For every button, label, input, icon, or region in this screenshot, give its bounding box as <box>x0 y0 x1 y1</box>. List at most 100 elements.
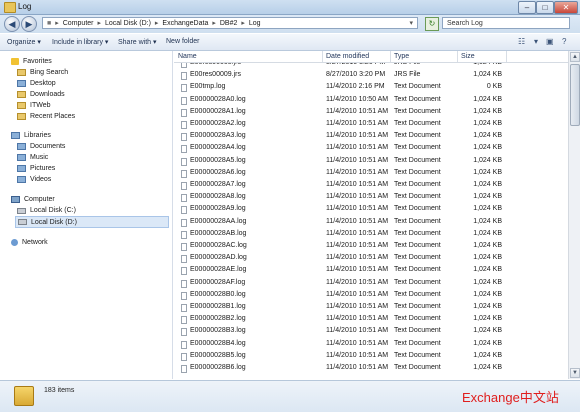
share-with-button[interactable]: Share with ▾ <box>118 38 157 46</box>
file-row[interactable]: E00000028A4.log 11/4/2010 10:51 AM Text Do… <box>174 143 568 155</box>
file-row[interactable]: E00000028A5.log 11/4/2010 10:51 AM Text Do… <box>174 156 568 168</box>
nav-label: Pictures <box>30 165 56 172</box>
nav-item-videos[interactable]: Videos <box>17 176 51 183</box>
refresh-button[interactable]: ↻ <box>425 17 439 31</box>
text-file-icon <box>181 328 187 337</box>
column-header-date[interactable]: Date modified <box>326 53 369 60</box>
maximize-button[interactable]: □ <box>536 1 554 14</box>
chevron-down-icon[interactable]: ▾ <box>534 37 538 46</box>
nav-item-bing-search[interactable]: Bing Search <box>17 69 68 76</box>
file-type: Text Document <box>394 339 441 347</box>
organize-button[interactable]: Organize ▾ <box>7 38 41 46</box>
file-row[interactable]: E00000028B1.log 11/4/2010 10:51 AM Text Do… <box>174 302 568 314</box>
file-row[interactable]: E00000028A7.log 11/4/2010 10:51 AM Text Do… <box>174 180 568 192</box>
views-icon[interactable]: ☷ <box>518 37 525 46</box>
file-size: 1,024 KB <box>473 278 502 286</box>
file-size: 1,024 KB <box>473 107 502 115</box>
nav-item-local-disk-d[interactable]: Local Disk (D:) <box>15 216 169 228</box>
nav-favorites[interactable]: Favorites <box>11 58 52 65</box>
file-row[interactable]: E00000028A2.log 11/4/2010 10:51 AM Text Do… <box>174 119 568 131</box>
title-bar: Log – □ ✕ <box>0 0 580 15</box>
file-row[interactable]: E00000028B3.log 11/4/2010 10:51 AM Text Do… <box>174 326 568 338</box>
column-header-name[interactable]: Name <box>178 53 197 60</box>
file-size: 1,024 KB <box>473 351 502 359</box>
chevron-down-icon[interactable]: ▾ <box>409 19 413 27</box>
file-type: Text Document <box>394 364 441 371</box>
file-type: Text Document <box>394 229 441 237</box>
file-row[interactable]: E00000028AC.log 11/4/2010 10:51 AM Text Do… <box>174 241 568 253</box>
file-name: E00000028B1.log <box>190 303 246 310</box>
forward-button[interactable]: ▶ <box>21 16 37 32</box>
file-row[interactable]: E00res00009.jrs 8/27/2010 3:20 PM JRS File… <box>174 70 568 82</box>
file-row[interactable]: E00000028A6.log 11/4/2010 10:51 AM Text Do… <box>174 168 568 180</box>
include-in-library-button[interactable]: Include in library ▾ <box>52 38 108 46</box>
column-divider[interactable] <box>506 51 507 62</box>
nav-computer[interactable]: Computer <box>11 196 55 203</box>
column-header-size[interactable]: Size <box>461 53 475 60</box>
file-type: Text Document <box>394 168 441 176</box>
scroll-down-button[interactable]: ▼ <box>570 368 580 378</box>
preview-pane-icon[interactable]: ▣ <box>546 37 554 46</box>
text-file-icon <box>181 255 187 264</box>
nav-item-desktop[interactable]: Desktop <box>17 80 56 87</box>
close-button[interactable]: ✕ <box>554 1 578 14</box>
minimize-button[interactable]: – <box>518 1 536 14</box>
nav-item-pictures[interactable]: Pictures <box>17 165 55 172</box>
column-divider[interactable] <box>390 51 391 62</box>
back-button[interactable]: ◀ <box>4 16 20 32</box>
nav-item-downloads[interactable]: Downloads <box>17 91 65 98</box>
file-row[interactable]: E00000028AE.log 11/4/2010 10:51 AM Text Do… <box>174 265 568 277</box>
file-name: E00000028B6.log <box>190 364 246 371</box>
file-row[interactable]: E00000028A1.log 11/4/2010 10:51 AM Text Do… <box>174 107 568 119</box>
file-row[interactable]: E00000028A0.log 11/4/2010 10:50 AM Text Do… <box>174 95 568 107</box>
new-folder-button[interactable]: New folder <box>166 38 199 45</box>
file-row[interactable]: E00000028B4.log 11/4/2010 10:51 AM Text Do… <box>174 339 568 351</box>
nav-item-local-disk-c[interactable]: Local Disk (C:) <box>17 207 76 214</box>
column-divider[interactable] <box>457 51 458 62</box>
breadcrumb-local-disk-d[interactable]: Local Disk (D:) <box>105 20 151 27</box>
scrollbar-thumb[interactable] <box>570 64 580 126</box>
file-row[interactable]: E00000028A9.log 11/4/2010 10:51 AM Text Do… <box>174 204 568 216</box>
file-row[interactable]: E00tmp.log 11/4/2010 2:16 PM Text Document… <box>174 82 568 94</box>
column-header-type[interactable]: Type <box>394 53 409 60</box>
nav-item-documents[interactable]: Documents <box>17 143 65 150</box>
file-size: 1,024 KB <box>473 132 502 140</box>
file-row[interactable]: E00000028B2.log 11/4/2010 10:51 AM Text Do… <box>174 314 568 326</box>
vertical-scrollbar[interactable]: ▲ ▼ <box>568 51 580 379</box>
nav-libraries[interactable]: Libraries <box>11 132 51 139</box>
address-bar[interactable]: ■ ▸ Computer ▸ Local Disk (D:) ▸ Exchang… <box>42 17 418 29</box>
file-date: 11/4/2010 10:51 AM <box>326 144 389 152</box>
breadcrumb-log[interactable]: Log <box>249 20 261 27</box>
breadcrumb-db2[interactable]: DB#2 <box>220 20 238 27</box>
breadcrumb-computer[interactable]: Computer <box>63 20 94 27</box>
file-size: 1,024 KB <box>473 290 502 298</box>
file-type: JRS File <box>394 63 420 66</box>
file-row[interactable]: E00000028B0.log 11/4/2010 10:51 AM Text Do… <box>174 290 568 302</box>
folder-icon <box>14 386 34 406</box>
file-row[interactable]: E00000028B5.log 11/4/2010 10:51 AM Text Do… <box>174 351 568 363</box>
file-row[interactable]: E00000028A8.log 11/4/2010 10:51 AM Text Do… <box>174 192 568 204</box>
nav-item-itweb[interactable]: ITWeb <box>17 102 51 109</box>
file-row[interactable]: E00res00008.jrs 8/27/2010 3:20 PM JRS File… <box>174 63 568 70</box>
file-size: 1,024 KB <box>473 156 502 164</box>
search-input[interactable]: Search Log <box>442 17 570 29</box>
file-row[interactable]: E00000028AF.log 11/4/2010 10:51 AM Text Do… <box>174 278 568 290</box>
nav-item-recent-places[interactable]: Recent Places <box>17 113 75 120</box>
file-name: E00res00008.jrs <box>190 63 241 66</box>
scroll-up-button[interactable]: ▲ <box>570 52 580 62</box>
breadcrumb-exchangedata[interactable]: ExchangeData <box>162 20 208 27</box>
nav-item-music[interactable]: Music <box>17 154 48 161</box>
text-file-icon <box>181 63 187 68</box>
file-type: Text Document <box>394 303 441 310</box>
file-row[interactable]: E00000028B6.log 11/4/2010 10:51 AM Text Do… <box>174 363 568 375</box>
back-arrow-icon: ◀ <box>8 19 16 29</box>
file-row[interactable]: E00000028AA.log 11/4/2010 10:51 AM Text Do… <box>174 217 568 229</box>
file-date: 11/4/2010 10:50 AM <box>326 95 389 103</box>
file-row[interactable]: E00000028AD.log 11/4/2010 10:51 AM Text Do… <box>174 253 568 265</box>
file-size: 1,024 KB <box>473 339 502 347</box>
column-divider[interactable] <box>322 51 323 62</box>
help-icon[interactable]: ? <box>562 37 566 46</box>
file-row[interactable]: E00000028AB.log 11/4/2010 10:51 AM Text Do… <box>174 229 568 241</box>
file-row[interactable]: E00000028A3.log 11/4/2010 10:51 AM Text Do… <box>174 131 568 143</box>
nav-network[interactable]: Network <box>11 239 48 246</box>
